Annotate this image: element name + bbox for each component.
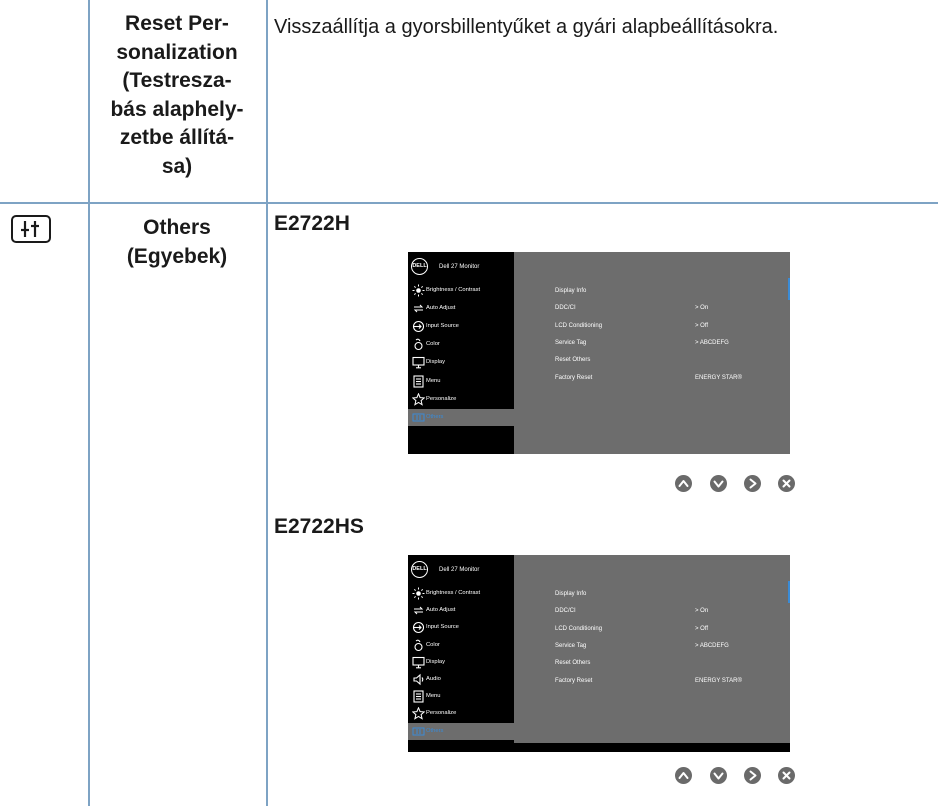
osd-menu-item-label: Others	[426, 727, 444, 734]
osd-option-label[interactable]: LCD Conditioning	[555, 323, 602, 329]
osd-option-value: > On	[695, 608, 709, 615]
osd-menu-item-label: Input Source	[426, 323, 459, 330]
osd-option-value: > Off	[695, 625, 709, 632]
osd-header: DELL Dell 27 Monitor	[408, 252, 514, 282]
osd-title: Dell 27 Monitor	[439, 264, 480, 270]
osd-option-label[interactable]: Reset Others	[555, 357, 590, 363]
osd-option-label[interactable]: Service Tag	[555, 643, 586, 649]
osd-menu-item-label: Personalize	[426, 710, 457, 717]
osd-option-value: > On	[695, 305, 709, 312]
osd-option-label[interactable]: LCD Conditioning	[555, 626, 602, 632]
display-icon	[412, 656, 425, 669]
osd-menu-item-auto-adjust[interactable]: Auto Adjust	[408, 300, 514, 318]
feature-others: Others (Egyebek)	[126, 216, 228, 268]
osd-option-value: > ABCDEFG	[695, 339, 729, 346]
osd-menu-item-label: Menu	[426, 693, 441, 700]
menu-icon	[412, 690, 425, 703]
osd-menu-item-label: Menu	[426, 377, 441, 384]
osd-menu-item-label: Display	[426, 658, 446, 665]
osd-menu-item-label: Display	[426, 359, 446, 366]
table-row-divider	[0, 202, 938, 204]
dell-logo: DELL	[411, 258, 428, 275]
osd-menu-item-label: Brightness / Contrast	[426, 590, 481, 596]
star-icon	[411, 706, 426, 721]
brightness-icon	[412, 587, 425, 600]
osd-menu-item-label: Others	[426, 413, 444, 420]
others-icon	[412, 725, 425, 738]
osd-option-label[interactable]: DDC/CI	[555, 608, 576, 614]
auto-adjust-icon	[412, 604, 425, 617]
audio-icon	[412, 673, 425, 686]
osd-option-value: > ABCDEFG	[695, 642, 729, 649]
input-source-icon	[412, 320, 425, 333]
osd-option-label[interactable]: Reset Others	[555, 660, 590, 666]
up-button[interactable]	[675, 767, 692, 784]
auto-adjust-icon	[412, 302, 425, 315]
osd-title: Dell 27 Monitor	[439, 567, 480, 573]
menu-icon	[412, 374, 425, 388]
osd-option-label[interactable]: DDC/CI	[555, 305, 576, 311]
osd-menu-item-others[interactable]: Others	[408, 722, 514, 741]
osd-menu-item-audio[interactable]: Audio	[408, 671, 514, 689]
feature-reset-personalization: Reset Per- sonalization (Testresza- bás …	[110, 12, 244, 178]
osd-menu-item-input-source[interactable]: Input Source	[408, 619, 514, 637]
others-icon	[412, 411, 425, 424]
osd-header: DELL Dell 27 Monitor	[408, 555, 514, 585]
display-icon	[412, 356, 425, 369]
osd-menu-item-label: Brightness / Contrast	[426, 287, 481, 293]
osd-menu-item-brightness-contrast[interactable]: Brightness / Contrast	[408, 585, 514, 603]
osd-option-label[interactable]: Service Tag	[555, 340, 586, 346]
osd-screenshot-e2722hs: DELL Dell 27 Monitor Brightness / Contra…	[408, 555, 790, 752]
right-button[interactable]	[744, 767, 761, 784]
model-name-e2722h: E2722H	[274, 212, 350, 235]
others-icon	[11, 215, 51, 243]
osd-menu-item-label: Personalize	[426, 395, 457, 402]
osd-menu-item-color[interactable]: Color	[408, 637, 514, 655]
osd-scroll-indicator	[788, 278, 790, 300]
osd-menu-item-label: Color	[426, 641, 440, 648]
table-border-middle	[266, 0, 268, 806]
osd-menu-item-brightness-contrast[interactable]: Brightness / Contrast	[408, 282, 514, 300]
osd-screenshot-e2722h: DELL Dell 27 Monitor Brightness / Contra…	[408, 252, 790, 454]
osd-scroll-indicator	[788, 581, 790, 603]
star-icon	[411, 392, 426, 406]
osd-menu-item-personalize[interactable]: Personalize	[408, 705, 514, 723]
osd-option-label[interactable]: Factory Reset	[555, 375, 592, 381]
osd-menu-item-input-source[interactable]: Input Source	[408, 318, 514, 336]
osd-menu-item-personalize[interactable]: Personalize	[408, 391, 514, 409]
osd-option-label[interactable]: Display Info	[555, 591, 586, 597]
down-button[interactable]	[710, 767, 727, 784]
color-icon	[412, 639, 425, 652]
down-button[interactable]	[710, 475, 727, 492]
osd-menu-item-label: Auto Adjust	[426, 305, 456, 312]
osd-menu-item-others[interactable]: Others	[408, 408, 514, 427]
up-button[interactable]	[675, 475, 692, 492]
osd-option-label[interactable]: Factory Reset	[555, 678, 592, 684]
color-icon	[412, 338, 425, 351]
description-reset-personalization: Visszaállítja a gyorsbillentyűket a gyár…	[274, 16, 779, 38]
right-button[interactable]	[744, 475, 761, 492]
dell-logo: DELL	[411, 561, 428, 578]
osd-menu-item-label: Input Source	[426, 624, 459, 631]
osd-option-value: ENERGY STAR®	[695, 677, 742, 684]
osd-menu-item-menu[interactable]: Menu	[408, 688, 514, 706]
osd-options-panel	[514, 252, 790, 454]
osd-menu-item-display[interactable]: Display	[408, 354, 514, 372]
osd-option-value: > Off	[695, 322, 709, 329]
brightness-icon	[412, 284, 425, 297]
osd-options-panel	[514, 555, 790, 743]
input-source-icon	[412, 621, 425, 634]
close-button[interactable]	[778, 767, 795, 784]
close-button[interactable]	[778, 475, 795, 492]
model-name-e2722hs: E2722HS	[274, 515, 364, 538]
osd-menu-item-label: Auto Adjust	[426, 607, 456, 614]
osd-menu-item-color[interactable]: Color	[408, 336, 514, 354]
osd-menu-item-display[interactable]: Display	[408, 654, 514, 672]
osd-option-value: ENERGY STAR®	[695, 374, 742, 381]
osd-menu-item-label: Audio	[426, 676, 441, 682]
osd-menu-item-label: Color	[426, 341, 440, 348]
osd-option-label[interactable]: Display Info	[555, 288, 586, 294]
osd-menu-item-menu[interactable]: Menu	[408, 373, 514, 391]
osd-menu-item-auto-adjust[interactable]: Auto Adjust	[408, 602, 514, 620]
